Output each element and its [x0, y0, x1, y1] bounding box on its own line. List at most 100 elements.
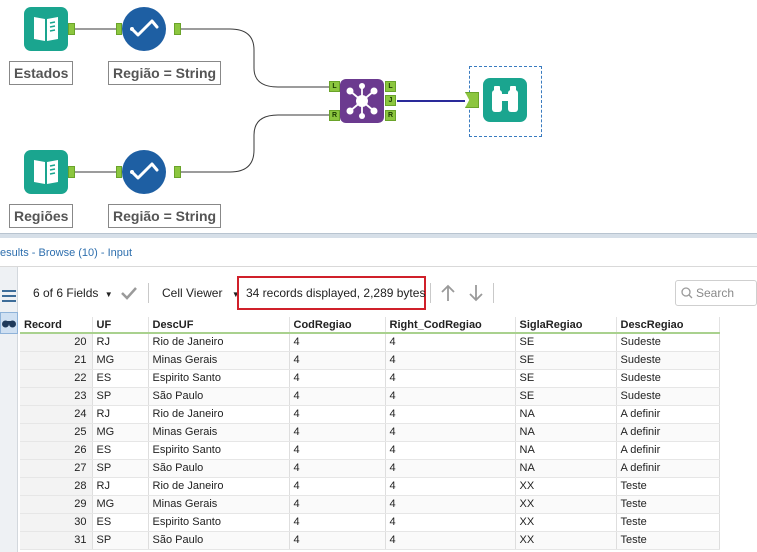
cell-uf[interactable]: SP: [92, 531, 149, 550]
cell-codregiao[interactable]: 4: [289, 495, 386, 514]
cell-descregiao[interactable]: Teste: [616, 513, 720, 532]
output-anchor[interactable]: [174, 166, 181, 178]
cell-codregiao[interactable]: 4: [289, 405, 386, 424]
cell-siglaregiao[interactable]: SE: [515, 333, 617, 352]
cell-record[interactable]: 30: [20, 513, 93, 532]
join-left-output-anchor[interactable]: L: [385, 81, 396, 92]
cell-descregiao[interactable]: A definir: [616, 441, 720, 460]
output-anchor[interactable]: [68, 23, 75, 35]
cell-siglaregiao[interactable]: XX: [515, 531, 617, 550]
cell-descuf[interactable]: Espirito Santo: [148, 513, 290, 532]
cell-right-codregiao[interactable]: 4: [385, 477, 516, 496]
cell-siglaregiao[interactable]: NA: [515, 423, 617, 442]
column-header-descuf[interactable]: DescUF: [148, 317, 290, 334]
cell-uf[interactable]: ES: [92, 513, 149, 532]
cell-record[interactable]: 31: [20, 531, 93, 550]
cell-record[interactable]: 24: [20, 405, 93, 424]
cell-descregiao[interactable]: Sudeste: [616, 351, 720, 370]
join-right-input-anchor[interactable]: R: [329, 110, 340, 121]
cell-codregiao[interactable]: 4: [289, 531, 386, 550]
cell-siglaregiao[interactable]: SE: [515, 387, 617, 406]
cell-descuf[interactable]: São Paulo: [148, 387, 290, 406]
table-row[interactable]: 29 MG Minas Gerais 4 4 XX Teste: [20, 495, 720, 514]
cell-codregiao[interactable]: 4: [289, 369, 386, 388]
cell-descuf[interactable]: Minas Gerais: [148, 351, 290, 370]
table-row[interactable]: 30 ES Espirito Santo 4 4 XX Teste: [20, 513, 720, 532]
cell-record[interactable]: 22: [20, 369, 93, 388]
cell-right-codregiao[interactable]: 4: [385, 351, 516, 370]
cell-record[interactable]: 26: [20, 441, 93, 460]
cell-codregiao[interactable]: 4: [289, 513, 386, 532]
cell-descuf[interactable]: Espirito Santo: [148, 369, 290, 388]
cell-uf[interactable]: RJ: [92, 405, 149, 424]
cell-uf[interactable]: ES: [92, 441, 149, 460]
cell-descregiao[interactable]: Teste: [616, 495, 720, 514]
search-input[interactable]: Search: [675, 280, 757, 306]
cell-siglaregiao[interactable]: XX: [515, 477, 617, 496]
fields-dropdown[interactable]: 6 of 6 Fields ▼: [33, 276, 113, 310]
table-row[interactable]: 23 SP São Paulo 4 4 SE Sudeste: [20, 387, 720, 406]
list-view-icon[interactable]: [0, 285, 18, 307]
cell-right-codregiao[interactable]: 4: [385, 459, 516, 478]
cell-descuf[interactable]: Rio de Janeiro: [148, 405, 290, 424]
cell-record[interactable]: 27: [20, 459, 93, 478]
cell-descuf[interactable]: São Paulo: [148, 459, 290, 478]
cell-descregiao[interactable]: A definir: [616, 459, 720, 478]
cell-descregiao[interactable]: A definir: [616, 423, 720, 442]
table-row[interactable]: 21 MG Minas Gerais 4 4 SE Sudeste: [20, 351, 720, 370]
cell-descregiao[interactable]: A definir: [616, 405, 720, 424]
cell-right-codregiao[interactable]: 4: [385, 333, 516, 352]
column-header-codregiao[interactable]: CodRegiao: [289, 317, 386, 334]
arrow-down-icon[interactable]: [467, 276, 485, 310]
cell-right-codregiao[interactable]: 4: [385, 513, 516, 532]
apply-checkmark-icon[interactable]: [120, 276, 138, 310]
cell-descuf[interactable]: São Paulo: [148, 531, 290, 550]
table-row[interactable]: 22 ES Espirito Santo 4 4 SE Sudeste: [20, 369, 720, 388]
column-header-uf[interactable]: UF: [92, 317, 149, 334]
cell-uf[interactable]: SP: [92, 387, 149, 406]
cell-uf[interactable]: RJ: [92, 333, 149, 352]
join-right-output-anchor[interactable]: R: [385, 110, 396, 121]
cell-record[interactable]: 21: [20, 351, 93, 370]
cell-right-codregiao[interactable]: 4: [385, 441, 516, 460]
table-row[interactable]: 28 RJ Rio de Janeiro 4 4 XX Teste: [20, 477, 720, 496]
workflow-canvas[interactable]: Estados Região = String Regiões Região =…: [0, 0, 757, 233]
cell-right-codregiao[interactable]: 4: [385, 405, 516, 424]
cell-siglaregiao[interactable]: SE: [515, 351, 617, 370]
cell-right-codregiao[interactable]: 4: [385, 531, 516, 550]
cell-right-codregiao[interactable]: 4: [385, 369, 516, 388]
table-row[interactable]: 27 SP São Paulo 4 4 NA A definir: [20, 459, 720, 478]
cell-uf[interactable]: RJ: [92, 477, 149, 496]
column-header-descregiao[interactable]: DescRegiao: [616, 317, 720, 334]
join-join-output-anchor[interactable]: J: [385, 95, 396, 106]
cell-descuf[interactable]: Minas Gerais: [148, 423, 290, 442]
binoculars-view-icon[interactable]: [0, 312, 18, 334]
cell-codregiao[interactable]: 4: [289, 333, 386, 352]
cell-viewer-dropdown[interactable]: Cell Viewer ▼: [162, 276, 240, 310]
cell-descregiao[interactable]: Teste: [616, 477, 720, 496]
table-row[interactable]: 25 MG Minas Gerais 4 4 NA A definir: [20, 423, 720, 442]
output-anchor[interactable]: [174, 23, 181, 35]
cell-record[interactable]: 29: [20, 495, 93, 514]
cell-descregiao[interactable]: Sudeste: [616, 369, 720, 388]
cell-siglaregiao[interactable]: NA: [515, 459, 617, 478]
cell-uf[interactable]: MG: [92, 495, 149, 514]
cell-descuf[interactable]: Rio de Janeiro: [148, 477, 290, 496]
cell-uf[interactable]: MG: [92, 351, 149, 370]
cell-record[interactable]: 23: [20, 387, 93, 406]
cell-siglaregiao[interactable]: XX: [515, 513, 617, 532]
cell-right-codregiao[interactable]: 4: [385, 387, 516, 406]
cell-descuf[interactable]: Minas Gerais: [148, 495, 290, 514]
cell-record[interactable]: 25: [20, 423, 93, 442]
cell-descregiao[interactable]: Sudeste: [616, 333, 720, 352]
table-row[interactable]: 26 ES Espirito Santo 4 4 NA A definir: [20, 441, 720, 460]
cell-siglaregiao[interactable]: SE: [515, 369, 617, 388]
cell-descuf[interactable]: Rio de Janeiro: [148, 333, 290, 352]
cell-descuf[interactable]: Espirito Santo: [148, 441, 290, 460]
arrow-up-icon[interactable]: [439, 276, 457, 310]
cell-right-codregiao[interactable]: 4: [385, 423, 516, 442]
cell-record[interactable]: 20: [20, 333, 93, 352]
cell-descregiao[interactable]: Teste: [616, 531, 720, 550]
results-grid[interactable]: Record UF DescUF CodRegiao Right_CodRegi…: [20, 317, 720, 550]
cell-codregiao[interactable]: 4: [289, 387, 386, 406]
